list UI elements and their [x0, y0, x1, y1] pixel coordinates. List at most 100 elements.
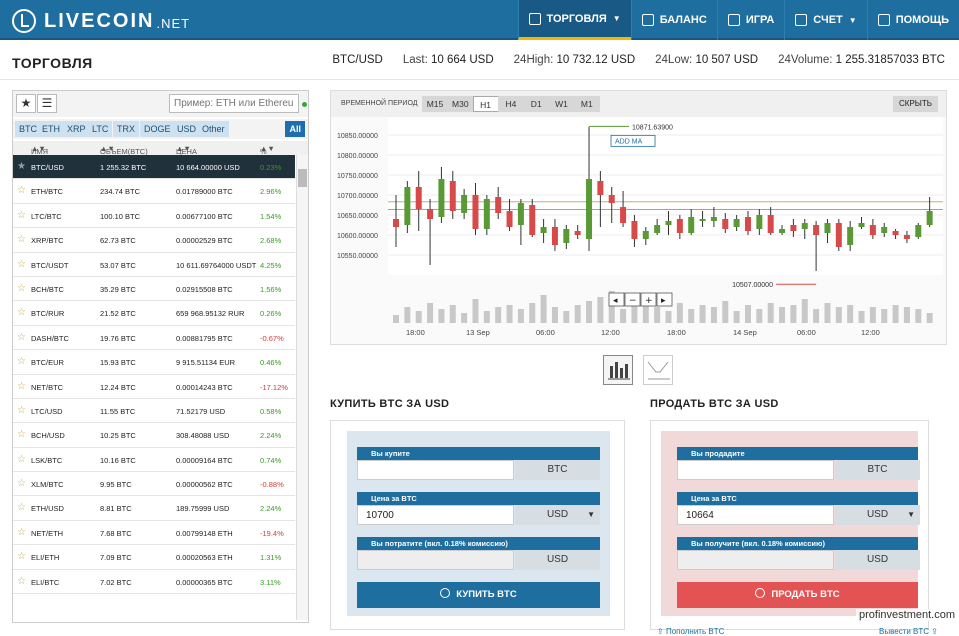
- volume-bar: [835, 307, 842, 323]
- timeframe-H4[interactable]: H4: [497, 96, 524, 112]
- favorite-star-icon[interactable]: ☆: [17, 210, 26, 221]
- deposit-btc-link[interactable]: ⇪ Пополнить BTC: [657, 627, 724, 636]
- candle-body: [847, 227, 854, 245]
- sell-price-input[interactable]: 10664: [677, 505, 834, 525]
- market-row[interactable]: ☆ BTC/RUR 21.52 BTC 659 968.95132 RUR 0.26%: [13, 301, 295, 326]
- market-row[interactable]: ☆ DASH/BTC 19.76 BTC 0.00881795 BTC -0.67%: [13, 326, 295, 351]
- timeframe-M30[interactable]: M30: [447, 96, 474, 112]
- candle-body: [642, 231, 649, 239]
- candles-chart-type-icon[interactable]: [603, 355, 633, 385]
- market-change: 3.11%: [260, 577, 281, 587]
- favorite-star-icon[interactable]: ☆: [17, 234, 26, 245]
- currency-tab-2[interactable]: XRP: [63, 121, 90, 137]
- market-volume: 62.73 BTC: [100, 236, 136, 246]
- candle-body: [767, 215, 774, 233]
- buy-price-input[interactable]: 10700: [357, 505, 514, 525]
- volume-bar: [472, 299, 479, 323]
- market-row[interactable]: ☆ LSK/BTC 10.16 BTC 0.00009164 BTC 0.74%: [13, 448, 295, 473]
- nav-item-0[interactable]: ТОРГОВЛЯ ▼: [517, 0, 631, 40]
- favorite-star-icon[interactable]: ☆: [17, 502, 26, 513]
- buy-button[interactable]: КУПИТЬ BTC: [357, 582, 600, 608]
- timeframe-D1[interactable]: D1: [523, 96, 550, 112]
- hide-chart-button[interactable]: СКРЫТЬ: [893, 96, 938, 112]
- market-change: 2.24%: [260, 431, 282, 441]
- market-row[interactable]: ☆ BTC/USDT 53.07 BTC 10 611.69764000 USDT 4.…: [13, 253, 295, 277]
- market-row[interactable]: ☆ BCH/BTC 35.29 BTC 0.02915508 BTC 1.56%: [13, 277, 295, 302]
- market-row[interactable]: ☆PIPL/BTC6.80 BTC0.00000021 BTC90.91%: [13, 594, 295, 595]
- buy-price-currency-select[interactable]: USD ▼: [515, 505, 600, 525]
- currency-tab-all[interactable]: All: [285, 121, 305, 137]
- favorite-star-icon[interactable]: ☆: [17, 429, 26, 440]
- volume-bar: [665, 311, 672, 323]
- favorite-star-icon[interactable]: ☆: [17, 478, 26, 489]
- nav-item-3[interactable]: СЧЕТ ▼: [784, 0, 866, 40]
- market-row[interactable]: ☆ BCH/USD 10.25 BTC 308.48088 USD 2.24%: [13, 423, 295, 448]
- col-price[interactable]: ЦЕНА ▲▼: [176, 144, 197, 156]
- market-price: 0.00881795 BTC: [176, 333, 233, 343]
- market-row[interactable]: ☆ LTC/BTC 100.10 BTC 0.00677100 BTC 1.54%: [13, 204, 295, 229]
- currency-tab-1[interactable]: ETH: [38, 121, 64, 137]
- currency-tab-7[interactable]: Other: [198, 121, 229, 137]
- sell-button[interactable]: ПРОДАТЬ BTC: [677, 582, 918, 608]
- currency-tab-3[interactable]: LTC: [88, 121, 113, 137]
- livecoin-logo[interactable]: LIVECOIN .NET: [12, 8, 190, 34]
- favorite-star-icon[interactable]: ☆: [17, 454, 26, 465]
- sell-amount-input[interactable]: [677, 460, 834, 480]
- candle-body: [699, 219, 706, 221]
- sell-total-input[interactable]: [677, 550, 834, 570]
- market-change: 2.24%: [260, 504, 282, 514]
- market-row[interactable]: ☆ ELI/BTC 7.02 BTC 0.00000365 BTC 3.11%: [13, 570, 295, 595]
- favorite-star-icon[interactable]: ☆: [17, 381, 26, 392]
- logo-suffix: .NET: [156, 15, 191, 31]
- favorite-star-icon[interactable]: ★: [17, 161, 26, 172]
- buy-total-input[interactable]: [357, 550, 514, 570]
- currency-tab-5[interactable]: DOGE: [140, 121, 175, 137]
- favorite-star-icon[interactable]: ☆: [17, 405, 26, 416]
- col-volume[interactable]: ОБЪЕМ(BTC) ▲▼: [100, 144, 148, 156]
- currency-tab-6[interactable]: USD: [173, 121, 201, 137]
- favorite-star-icon[interactable]: ☆: [17, 307, 26, 318]
- market-row[interactable]: ☆ ELI/ETH 7.09 BTC 0.00020563 ETH 1.31%: [13, 545, 295, 570]
- timeframe-M1[interactable]: M1: [573, 96, 600, 112]
- market-row[interactable]: ☆ LTC/USD 11.55 BTC 71.52179 USD 0.58%: [13, 399, 295, 424]
- timeframe-H1[interactable]: H1: [472, 96, 499, 112]
- depth-chart-type-icon[interactable]: [643, 355, 673, 385]
- nav-item-1[interactable]: БАЛАНС: [630, 0, 717, 40]
- market-row[interactable]: ☆ ETH/BTC 234.74 BTC 0.01789000 BTC 2.96%: [13, 179, 295, 204]
- market-row[interactable]: ☆ ETH/USD 8.81 BTC 189.75999 USD 2.24%: [13, 496, 295, 521]
- timeframe-M15[interactable]: M15: [422, 96, 448, 112]
- buy-amount-input[interactable]: [357, 460, 514, 480]
- withdraw-btc-link[interactable]: Вывести BTC ⇪: [879, 627, 938, 636]
- market-row[interactable]: ☆ BTC/EUR 15.93 BTC 9 915.51134 EUR 0.46%: [13, 350, 295, 375]
- favorite-star-icon[interactable]: ☆: [17, 356, 26, 367]
- favorite-star-icon[interactable]: ☆: [17, 283, 26, 294]
- favorite-star-icon[interactable]: ☆: [17, 332, 26, 343]
- market-row[interactable]: ☆ XLM/BTC 9.95 BTC 0.00000562 BTC -0.88%: [13, 472, 295, 497]
- y-tick-label: 10750.00000: [337, 173, 378, 180]
- col-name[interactable]: ИМЯ ▲▼: [31, 144, 48, 156]
- candlestick-chart[interactable]: 10850.00000 10800.00000 10750.00000 10700.0…: [331, 117, 946, 345]
- market-row[interactable]: ☆ NET/ETH 7.68 BTC 0.00799148 ETH -19.4%: [13, 521, 295, 546]
- sell-price-currency-select[interactable]: USD ▼: [835, 505, 920, 525]
- market-search-input[interactable]: [169, 94, 299, 113]
- market-scrollbar[interactable]: [296, 155, 308, 620]
- timeframe-W1[interactable]: W1: [548, 96, 575, 112]
- favorite-star-icon[interactable]: ☆: [17, 185, 26, 196]
- market-row[interactable]: ☆ NET/BTC 12.24 BTC 0.00014243 BTC -17.12%: [13, 375, 295, 399]
- favorite-star-icon[interactable]: ☆: [17, 576, 26, 587]
- favorite-star-icon[interactable]: ☆: [17, 259, 26, 270]
- list-view-icon[interactable]: ☰: [37, 94, 57, 113]
- nav-item-4[interactable]: ПОМОЩЬ: [866, 0, 959, 40]
- market-row[interactable]: ☆ XRP/BTC 62.73 BTC 0.00002529 BTC 2.68%: [13, 228, 295, 253]
- scrollbar-thumb[interactable]: [298, 169, 307, 187]
- nav-item-2[interactable]: ИГРА: [716, 0, 784, 40]
- favorites-star-icon[interactable]: ★: [16, 94, 36, 113]
- price-chart-panel: ВРЕМЕННОЙ ПЕРИОД M15 M30 H1 H4 D1 W1 M1 СКРЫТЬ…: [330, 90, 947, 345]
- currency-tab-4[interactable]: TRX: [113, 121, 139, 137]
- buy-form-title: КУПИТЬ BTC ЗА USD: [330, 398, 450, 410]
- volume-bar: [631, 305, 638, 323]
- favorite-star-icon[interactable]: ☆: [17, 551, 26, 562]
- favorite-star-icon[interactable]: ☆: [17, 527, 26, 538]
- market-row[interactable]: ★ BTC/USD 1 255.32 BTC 10 664.00000 USD 0.23…: [13, 155, 295, 180]
- col-change[interactable]: % ▲▼: [260, 144, 275, 156]
